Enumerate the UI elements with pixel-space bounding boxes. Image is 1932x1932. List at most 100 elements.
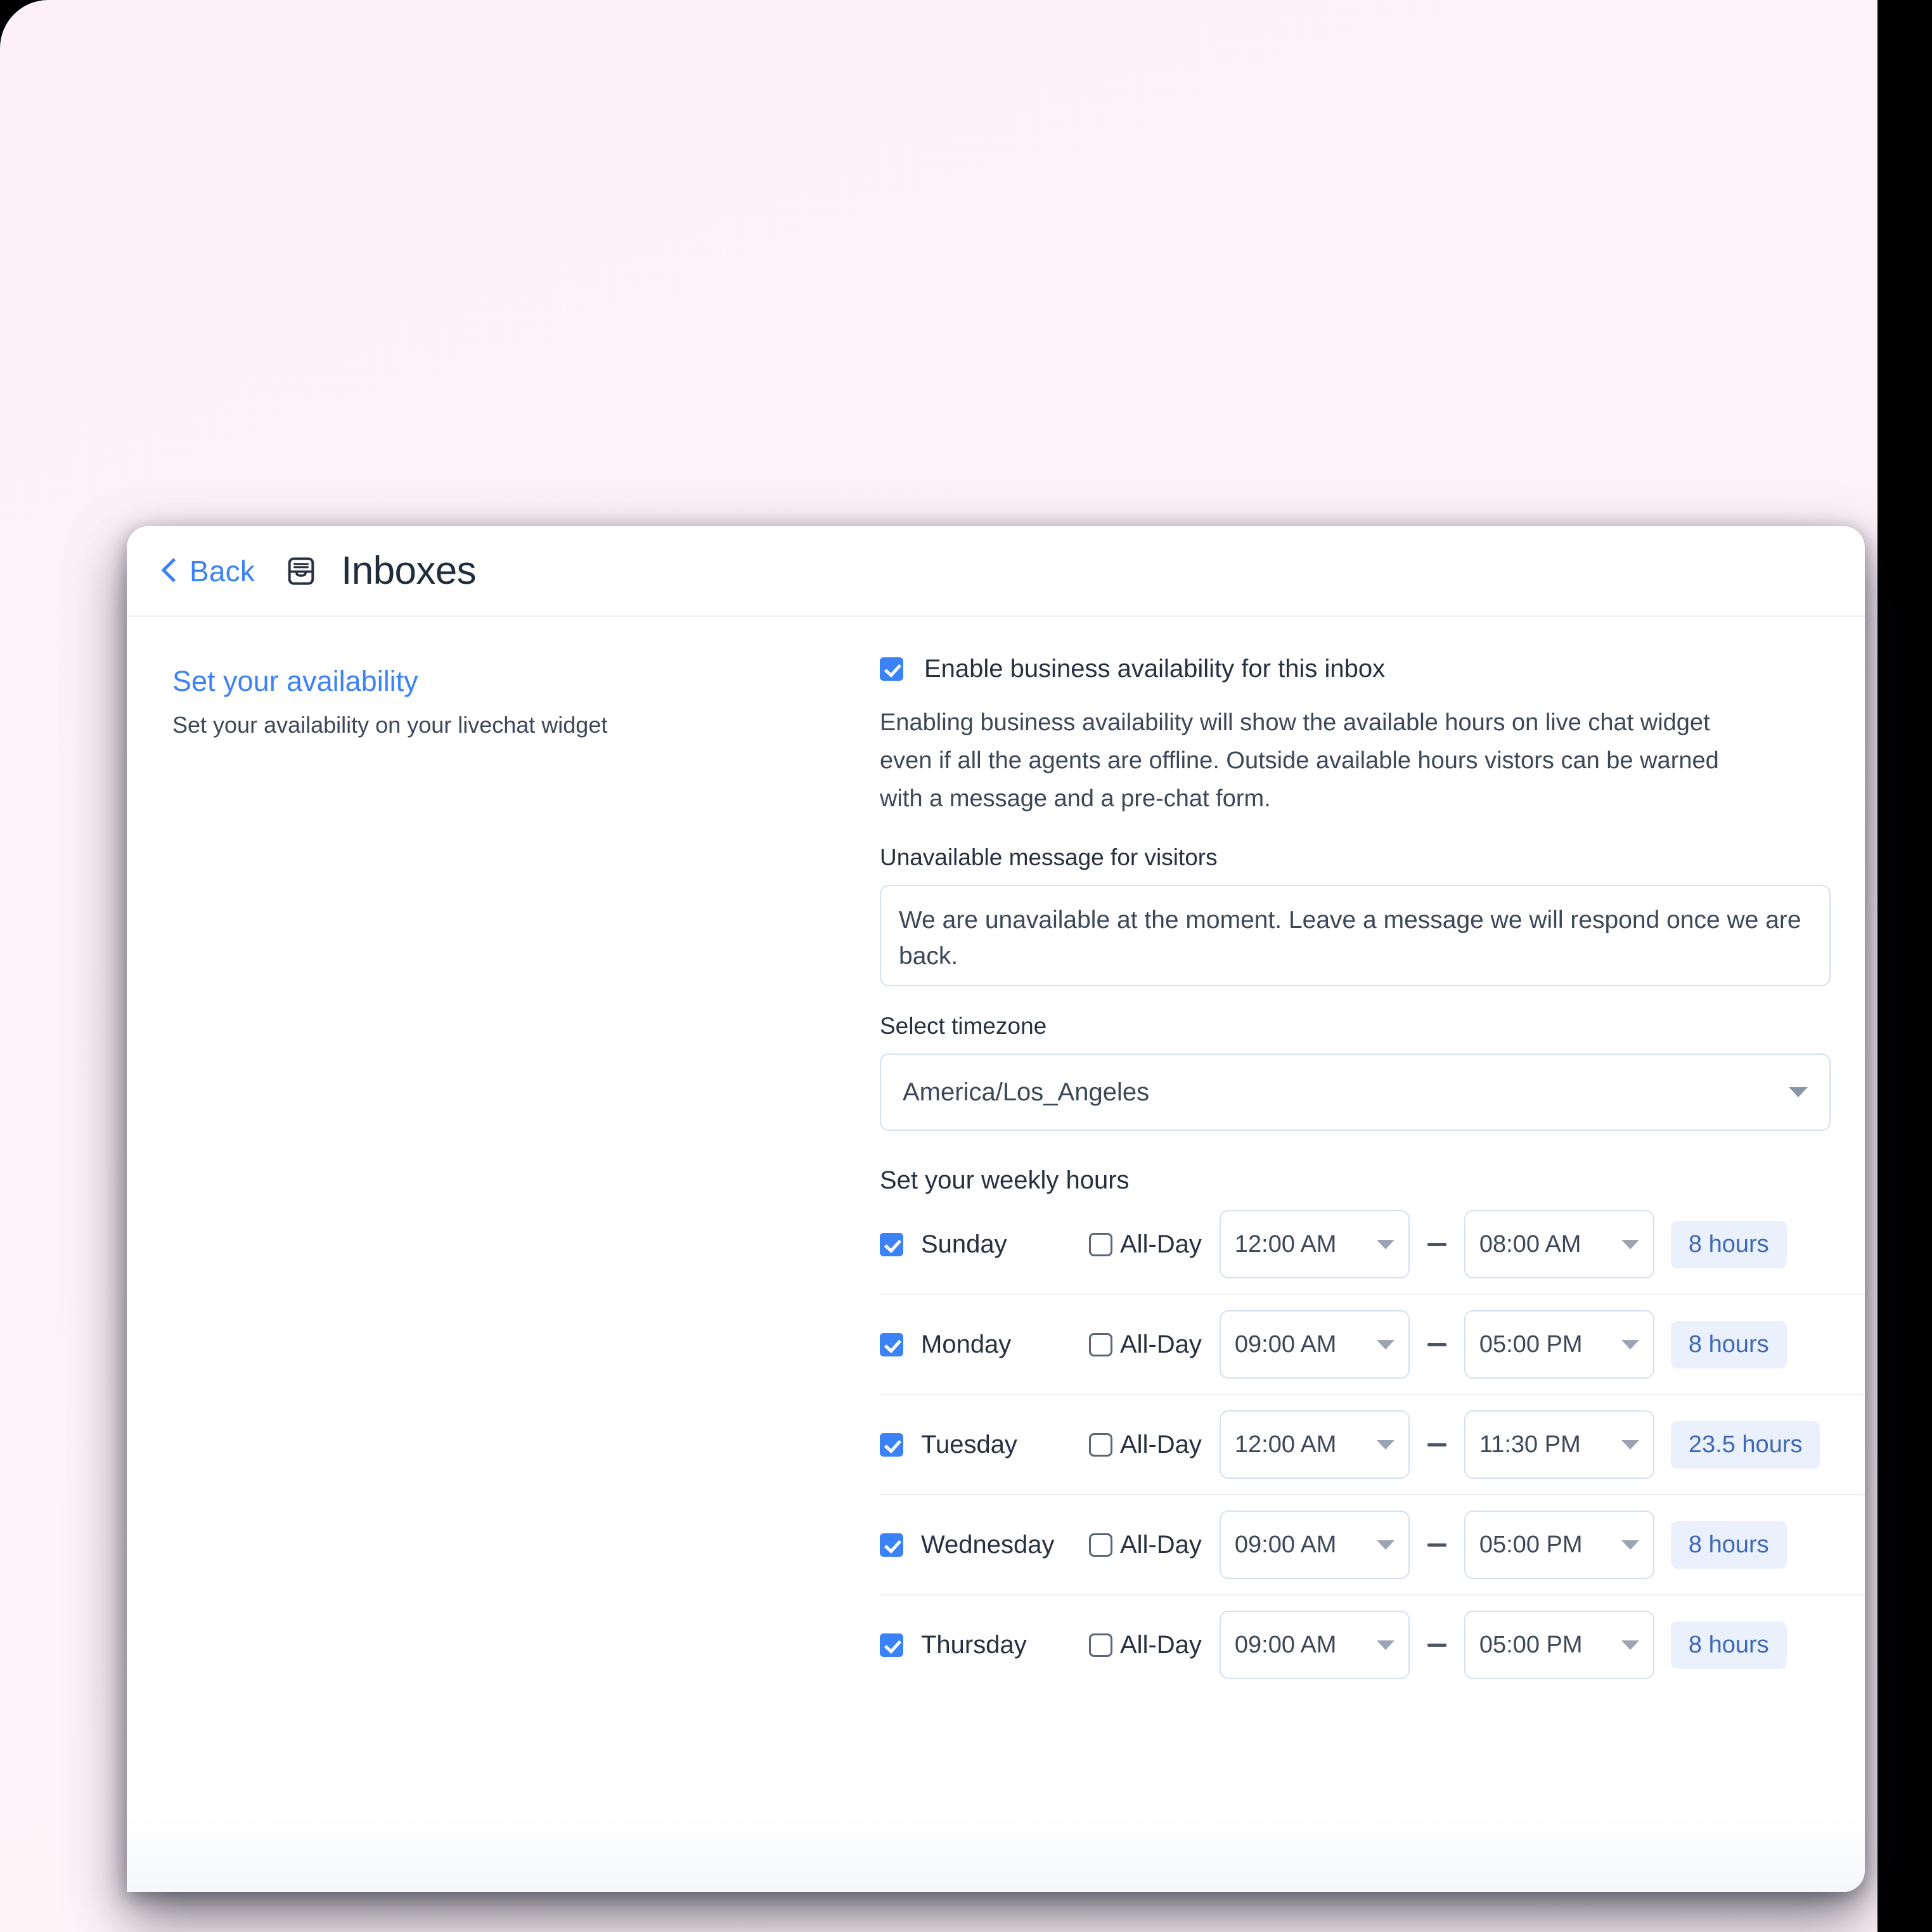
section-title: Set your availability (172, 665, 418, 697)
inbox-icon (288, 557, 314, 585)
weekly-hours-heading: Set your weekly hours (880, 1166, 1130, 1195)
timezone-select-value: America/Los_Angeles (903, 1078, 1150, 1106)
chevron-down-icon (1621, 1640, 1639, 1650)
chevron-down-icon (1621, 1439, 1639, 1450)
all-day-group: All-Day (1089, 1230, 1202, 1259)
start-time-select[interactable]: 09:00 AM (1219, 1611, 1410, 1680)
start-time-select[interactable]: 09:00 AM (1219, 1510, 1410, 1580)
chevron-down-icon (1376, 1540, 1394, 1550)
chevron-down-icon (1376, 1640, 1394, 1650)
chevron-down-icon (1621, 1339, 1639, 1349)
day-name-label: Monday (921, 1330, 1012, 1358)
day-enabled-checkbox[interactable] (880, 1533, 903, 1557)
all-day-label: All-Day (1120, 1430, 1202, 1459)
day-enable-group: Sunday (880, 1230, 1089, 1259)
chevron-down-icon (1376, 1239, 1394, 1249)
all-day-checkbox[interactable] (1089, 1533, 1112, 1557)
end-time-value: 11:30 PM (1479, 1431, 1581, 1458)
duration-badge: 8 hours (1670, 1320, 1787, 1368)
duration-badge: 8 hours (1670, 1521, 1787, 1569)
day-name-label: Sunday (921, 1230, 1007, 1258)
availability-description: Enabling business availability will show… (880, 709, 1719, 813)
screenshot-stage: Back Inboxes Set your availability Set y… (0, 0, 1932, 1932)
end-time-select[interactable]: 05:00 PM (1464, 1611, 1654, 1680)
end-time-value: 05:00 PM (1479, 1631, 1583, 1658)
start-time-select[interactable]: 12:00 AM (1219, 1410, 1410, 1479)
start-time-value: 09:00 AM (1234, 1631, 1337, 1658)
day-row: Wednesday All-Day 09:00 AM 05:00 PM 8 hours (880, 1495, 1865, 1596)
end-time-select[interactable]: 11:30 PM (1464, 1410, 1654, 1479)
card-body: Set your availability Set your availabil… (127, 617, 1865, 1892)
time-range-dash (1427, 1543, 1446, 1547)
left-description-column: Set your availability Set your availabil… (172, 664, 692, 742)
day-row: Thursday All-Day 09:00 AM 05:00 PM 8 hours (880, 1595, 1865, 1694)
unavailable-message-label: Unavailable message for visitors (880, 844, 1218, 871)
end-time-select[interactable]: 05:00 PM (1464, 1310, 1654, 1379)
unavailable-message-textarea[interactable]: We are unavailable at the moment. Leave … (880, 885, 1831, 987)
time-range-dash (1427, 1242, 1446, 1246)
start-time-value: 09:00 AM (1234, 1330, 1337, 1358)
start-time-value: 12:00 AM (1234, 1431, 1337, 1458)
section-subtitle: Set your availability on your livechat w… (172, 712, 608, 738)
all-day-checkbox[interactable] (1089, 1633, 1112, 1657)
all-day-group: All-Day (1089, 1531, 1202, 1559)
all-day-checkbox[interactable] (1089, 1232, 1112, 1256)
all-day-checkbox[interactable] (1089, 1332, 1112, 1356)
day-enabled-checkbox[interactable] (880, 1433, 903, 1457)
end-time-select[interactable]: 08:00 AM (1464, 1210, 1654, 1279)
all-day-label: All-Day (1120, 1630, 1202, 1659)
time-range-dash (1427, 1443, 1446, 1446)
start-time-value: 09:00 AM (1234, 1531, 1337, 1558)
end-time-select[interactable]: 05:00 PM (1464, 1510, 1654, 1580)
card-header: Back Inboxes (127, 526, 1865, 617)
all-day-group: All-Day (1089, 1431, 1202, 1459)
chevron-down-icon (1376, 1439, 1394, 1450)
day-enabled-checkbox[interactable] (880, 1232, 903, 1256)
chevron-down-icon (1789, 1087, 1808, 1098)
inboxes-settings-card: Back Inboxes Set your availability Set y… (127, 526, 1865, 1892)
day-row: Sunday All-Day 12:00 AM 08:00 AM 8 hours (880, 1195, 1865, 1296)
start-time-value: 12:00 AM (1234, 1230, 1337, 1258)
chevron-left-icon (161, 558, 186, 583)
end-time-value: 05:00 PM (1479, 1531, 1583, 1558)
enable-availability-row: Enable business availability for this in… (880, 655, 1865, 683)
timezone-select[interactable]: America/Los_Angeles (880, 1053, 1831, 1131)
duration-badge: 8 hours (1670, 1220, 1787, 1268)
all-day-checkbox[interactable] (1089, 1433, 1112, 1457)
chevron-down-icon (1621, 1540, 1639, 1550)
day-row: Monday All-Day 09:00 AM 05:00 PM 8 hours (880, 1295, 1865, 1396)
day-name-label: Tuesday (921, 1430, 1017, 1459)
start-time-select[interactable]: 12:00 AM (1219, 1210, 1410, 1279)
day-enable-group: Wednesday (880, 1531, 1089, 1559)
day-name-label: Wednesday (921, 1530, 1055, 1559)
day-enable-group: Thursday (880, 1631, 1089, 1659)
chevron-down-icon (1376, 1339, 1394, 1349)
time-range-dash (1427, 1343, 1446, 1346)
all-day-group: All-Day (1089, 1330, 1202, 1359)
all-day-label: All-Day (1120, 1330, 1202, 1358)
end-time-value: 05:00 PM (1479, 1330, 1583, 1358)
day-enable-group: Monday (880, 1330, 1089, 1359)
duration-badge: 8 hours (1670, 1621, 1787, 1669)
end-time-value: 08:00 AM (1479, 1230, 1581, 1258)
enable-availability-label: Enable business availability for this in… (924, 655, 1386, 683)
back-button[interactable]: Back (161, 554, 255, 588)
weekly-hours-list: Sunday All-Day 12:00 AM 08:00 AM 8 hours Mond… (880, 1195, 1865, 1694)
day-row: Tuesday All-Day 12:00 AM 11:30 PM 23.5 hours (880, 1395, 1865, 1496)
start-time-select[interactable]: 09:00 AM (1219, 1310, 1410, 1379)
page-title: Inboxes (341, 549, 477, 593)
chevron-down-icon (1621, 1239, 1639, 1249)
day-enable-group: Tuesday (880, 1431, 1089, 1459)
all-day-group: All-Day (1089, 1631, 1202, 1659)
all-day-label: All-Day (1120, 1530, 1202, 1559)
duration-badge: 23.5 hours (1670, 1420, 1820, 1469)
availability-form: Enable business availability for this in… (880, 655, 1865, 1694)
day-enabled-checkbox[interactable] (880, 1332, 903, 1356)
all-day-label: All-Day (1120, 1230, 1202, 1258)
enable-availability-checkbox[interactable] (880, 657, 903, 681)
time-range-dash (1427, 1643, 1446, 1647)
back-button-label: Back (190, 554, 255, 588)
timezone-label: Select timezone (880, 1013, 1047, 1040)
day-name-label: Thursday (921, 1630, 1027, 1659)
day-enabled-checkbox[interactable] (880, 1633, 903, 1657)
